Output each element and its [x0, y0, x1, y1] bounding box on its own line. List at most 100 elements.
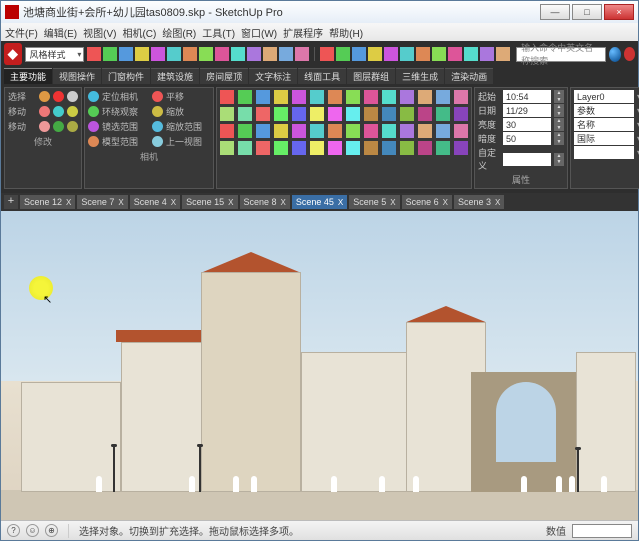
tool-icon[interactable]	[39, 106, 50, 117]
tool-icon[interactable]	[448, 47, 462, 61]
close-scene-icon[interactable]: X	[390, 198, 395, 207]
close-scene-icon[interactable]: X	[495, 198, 500, 207]
tool-icon[interactable]	[67, 91, 78, 102]
tool-icon[interactable]	[238, 141, 252, 155]
maximize-button[interactable]: □	[572, 4, 602, 20]
tool-icon[interactable]	[416, 47, 430, 61]
camera-tool[interactable]: 平移	[166, 90, 210, 103]
tool-icon[interactable]	[220, 90, 234, 104]
tool-icon[interactable]	[292, 141, 306, 155]
tool-tab[interactable]: 文字标注	[249, 68, 297, 84]
spinner[interactable]: ▲▼	[554, 90, 564, 103]
sketchup-icon[interactable]: ◆	[4, 43, 22, 65]
tool-icon[interactable]	[215, 47, 229, 61]
property-input[interactable]: 30	[503, 118, 551, 131]
tool-icon[interactable]	[382, 90, 396, 104]
camera-tool[interactable]: 镜选范围	[102, 120, 146, 133]
tool-icon[interactable]	[53, 121, 64, 132]
tool-icon[interactable]	[328, 141, 342, 155]
minimize-button[interactable]: —	[540, 4, 570, 20]
tool-icon[interactable]	[382, 107, 396, 121]
tool-tab[interactable]: 渲染动画	[445, 68, 493, 84]
menu-tools[interactable]: 工具(T)	[202, 25, 235, 40]
tool-icon[interactable]	[454, 124, 468, 138]
tool-icon[interactable]	[151, 47, 165, 61]
menu-edit[interactable]: 编辑(E)	[44, 25, 77, 40]
tool-icon[interactable]	[436, 90, 450, 104]
menu-view[interactable]: 视图(V)	[83, 25, 116, 40]
tool-icon[interactable]	[328, 90, 342, 104]
measurement-input[interactable]	[572, 524, 632, 538]
tool-icon[interactable]	[418, 107, 432, 121]
close-scene-icon[interactable]: X	[281, 198, 286, 207]
tool-icon[interactable]	[274, 124, 288, 138]
tool-icon[interactable]	[454, 90, 468, 104]
tool-icon[interactable]	[364, 107, 378, 121]
scene-tab[interactable]: Scene 6X	[402, 195, 452, 209]
tool-tab[interactable]: 门窗构件	[102, 68, 150, 84]
tool-icon[interactable]	[464, 47, 478, 61]
tool-icon[interactable]	[274, 107, 288, 121]
tool-icon[interactable]	[135, 47, 149, 61]
tool-icon[interactable]	[256, 141, 270, 155]
tool-icon[interactable]	[382, 141, 396, 155]
layer-dropdown[interactable]: Layer0	[574, 90, 634, 103]
close-scene-icon[interactable]: X	[118, 198, 123, 207]
tool-icon[interactable]	[256, 107, 270, 121]
tool-icon[interactable]	[292, 90, 306, 104]
close-scene-icon[interactable]: X	[338, 198, 343, 207]
tool-icon[interactable]	[346, 141, 360, 155]
menu-help[interactable]: 帮助(H)	[329, 25, 363, 40]
tool-icon[interactable]	[436, 107, 450, 121]
layer-dropdown[interactable]: 参数	[574, 104, 634, 117]
tool-icon[interactable]	[400, 47, 414, 61]
tool-icon[interactable]	[67, 106, 78, 117]
tool-icon[interactable]	[352, 47, 366, 61]
tool-icon[interactable]	[400, 124, 414, 138]
spinner[interactable]: ▲▼	[554, 104, 564, 117]
status-help-icon[interactable]: ?	[7, 524, 20, 537]
tool-tab[interactable]: 图层群组	[347, 68, 395, 84]
tool-icon[interactable]	[346, 124, 360, 138]
tool-tab[interactable]: 视图操作	[53, 68, 101, 84]
tool-icon[interactable]	[346, 107, 360, 121]
camera-tool-icon[interactable]	[88, 91, 99, 102]
spinner[interactable]: ▲▼	[554, 153, 564, 166]
tool-icon[interactable]	[382, 124, 396, 138]
panel-command[interactable]: 移动	[8, 120, 36, 133]
tool-icon[interactable]	[119, 47, 133, 61]
camera-tool[interactable]: 环绕观察	[102, 105, 146, 118]
tool-icon[interactable]	[310, 90, 324, 104]
stop-icon[interactable]	[624, 47, 635, 61]
scene-tab[interactable]: Scene 8X	[240, 195, 290, 209]
scene-tab[interactable]: Scene 3X	[454, 195, 504, 209]
tool-icon[interactable]	[480, 47, 494, 61]
camera-tool-icon[interactable]	[88, 106, 99, 117]
add-scene-button[interactable]: +	[4, 195, 18, 209]
tool-icon[interactable]	[364, 90, 378, 104]
globe-icon[interactable]	[609, 47, 621, 62]
tool-icon[interactable]	[436, 124, 450, 138]
tool-icon[interactable]	[432, 47, 446, 61]
tool-icon[interactable]	[220, 124, 234, 138]
layer-dropdown[interactable]	[574, 146, 634, 159]
tool-icon[interactable]	[199, 47, 213, 61]
property-input[interactable]	[503, 153, 551, 166]
tool-tab[interactable]: 线面工具	[298, 68, 346, 84]
camera-tool-icon[interactable]	[152, 121, 163, 132]
tool-tab[interactable]: 主要功能	[4, 68, 52, 84]
tool-icon[interactable]	[247, 47, 261, 61]
tool-icon[interactable]	[39, 121, 50, 132]
menu-extensions[interactable]: 扩展程序	[283, 25, 323, 40]
tool-icon[interactable]	[220, 107, 234, 121]
close-scene-icon[interactable]: X	[171, 198, 176, 207]
tool-icon[interactable]	[238, 124, 252, 138]
layer-dropdown[interactable]: 国际	[574, 132, 634, 145]
menu-window[interactable]: 窗口(W)	[241, 25, 277, 40]
tool-icon[interactable]	[238, 90, 252, 104]
close-button[interactable]: ×	[604, 4, 634, 20]
tool-icon[interactable]	[368, 47, 382, 61]
tool-icon[interactable]	[364, 141, 378, 155]
tool-icon[interactable]	[454, 107, 468, 121]
tool-icon[interactable]	[103, 47, 117, 61]
